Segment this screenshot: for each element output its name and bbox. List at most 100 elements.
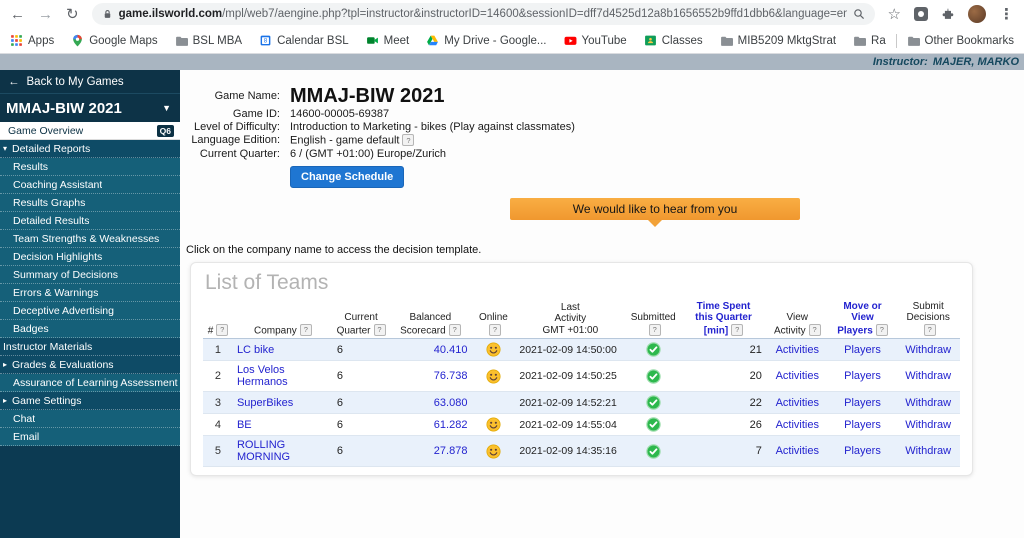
sidebar-item-badges[interactable]: Badges	[0, 320, 180, 338]
players-link[interactable]: Players	[844, 370, 881, 382]
company-link[interactable]: ROLLING MORNING	[237, 439, 290, 463]
withdraw-link[interactable]: Withdraw	[905, 370, 951, 382]
teams-table: #?Company?CurrentQuarter?Balanced Scorec…	[203, 299, 960, 468]
bookmark-meet[interactable]: Meet	[366, 34, 410, 47]
sidebar-item-chat[interactable]: Chat	[0, 410, 180, 428]
company-link[interactable]: BE	[237, 419, 252, 431]
sidebar-item-coaching-assistant[interactable]: Coaching Assistant	[0, 176, 180, 194]
players-link[interactable]: Players	[844, 419, 881, 431]
folder-icon	[175, 34, 188, 47]
help-icon[interactable]: ?	[489, 324, 501, 336]
meet-camera-icon	[366, 34, 379, 47]
sidebar-item-game-settings[interactable]: ▸Game Settings	[0, 392, 180, 410]
scorecard-link[interactable]: 61.282	[434, 419, 468, 431]
help-icon[interactable]: ?	[649, 324, 661, 336]
withdraw-link[interactable]: Withdraw	[905, 445, 951, 457]
activities-link[interactable]: Activities	[776, 419, 819, 431]
bookmark-mib5209-mktgstrat[interactable]: MIB5209 MktgStrat	[720, 34, 836, 47]
chevron-right-icon: ▸	[3, 360, 12, 369]
menu-dots-icon[interactable]: ⋮	[999, 7, 1014, 22]
bookmark-google-maps[interactable]: Google Maps	[71, 34, 157, 47]
sidebar-item-label: Game Overview	[8, 125, 83, 137]
sidebar-item-label: Game Settings	[12, 395, 81, 407]
bookmark-apps[interactable]: Apps	[10, 34, 54, 47]
help-icon[interactable]: ?	[449, 324, 461, 336]
sidebar-item-deceptive-advertising[interactable]: Deceptive Advertising	[0, 302, 180, 320]
withdraw-link[interactable]: Withdraw	[905, 397, 951, 409]
change-schedule-button[interactable]: Change Schedule	[290, 166, 404, 188]
sidebar-item-label: Results	[13, 161, 48, 173]
help-icon[interactable]: ?	[876, 324, 888, 336]
sidebar-item-detailed-results[interactable]: Detailed Results	[0, 212, 180, 230]
sidebar-item-team-strengths-weaknesses[interactable]: Team Strengths & Weaknesses	[0, 230, 180, 248]
instructor-label: Instructor:	[873, 56, 928, 68]
sidebar-item-summary-of-decisions[interactable]: Summary of Decisions	[0, 266, 180, 284]
company-link[interactable]: Los Velos Hermanos	[237, 364, 288, 388]
drive-icon	[426, 34, 439, 47]
sidebar-item-decision-highlights[interactable]: Decision Highlights	[0, 248, 180, 266]
sidebar-item-game-overview[interactable]: Game OverviewQ6	[0, 122, 180, 140]
players-link[interactable]: Players	[844, 344, 881, 356]
help-icon[interactable]: ?	[374, 324, 386, 336]
company-link[interactable]: LC bike	[237, 344, 274, 356]
activities-link[interactable]: Activities	[776, 445, 819, 457]
column-header-last-activity-gmt-01-00: LastActivityGMT +01:00	[515, 299, 625, 339]
column-header-move-or-view-players[interactable]: Move or ViewPlayers?	[829, 299, 897, 339]
current-quarter-cell: 6	[333, 436, 389, 467]
help-icon[interactable]: ?	[216, 324, 228, 336]
help-icon[interactable]: ?	[402, 134, 414, 146]
scorecard-link[interactable]: 27.878	[434, 445, 468, 457]
bookmark-calendar-bsl[interactable]: 8Calendar BSL	[259, 34, 349, 47]
sidebar-item-grades-evaluations[interactable]: ▸Grades & Evaluations	[0, 356, 180, 374]
company-cell: SuperBikes	[233, 392, 333, 414]
help-icon[interactable]: ?	[809, 324, 821, 336]
help-icon[interactable]: ?	[731, 324, 743, 336]
bookmark-label: BSL MBA	[193, 35, 242, 47]
activities-link[interactable]: Activities	[776, 370, 819, 382]
sidebar-item-email[interactable]: Email	[0, 428, 180, 446]
sidebar-item-assurance-of-learning-assessment[interactable]: Assurance of Learning Assessment	[0, 374, 180, 392]
reload-icon[interactable]: ↻	[66, 7, 79, 22]
bookmark-star-icon[interactable]: ☆	[888, 7, 901, 22]
help-icon[interactable]: ?	[300, 324, 312, 336]
address-bar[interactable]: game.ilsworld.com/mpl/web7/aengine.php?t…	[92, 3, 875, 25]
column-header-view-activity: ViewActivity?	[766, 299, 829, 339]
bookmark-youtube[interactable]: YouTube	[564, 34, 627, 47]
activities-link[interactable]: Activities	[776, 344, 819, 356]
players-link[interactable]: Players	[844, 445, 881, 457]
activities-link[interactable]: Activities	[776, 397, 819, 409]
withdraw-link[interactable]: Withdraw	[905, 419, 951, 431]
sidebar-item-detailed-reports[interactable]: ▾Detailed Reports	[0, 140, 180, 158]
extensions-puzzle-icon[interactable]	[941, 7, 955, 21]
sidebar-item-errors-warnings[interactable]: Errors & Warnings	[0, 284, 180, 302]
back-to-my-games[interactable]: ← Back to My Games	[0, 70, 180, 94]
sidebar-item-results-graphs[interactable]: Results Graphs	[0, 194, 180, 212]
forward-icon[interactable]: →	[38, 7, 53, 22]
scorecard-link[interactable]: 63.080	[434, 397, 468, 409]
view-activity-cell: Activities	[766, 361, 829, 392]
bookmark-razno[interactable]: Razno	[853, 34, 885, 47]
players-link[interactable]: Players	[844, 397, 881, 409]
zoom-search-icon[interactable]	[853, 8, 865, 20]
app-page: ← Back to My Games MMAJ-BIW 2021 ▼ Game …	[0, 70, 1024, 538]
other-bookmarks[interactable]: Other Bookmarks	[907, 34, 1014, 47]
bookmark-classes[interactable]: Classes	[644, 34, 703, 47]
bookmark-my-drive-google[interactable]: My Drive - Google...	[426, 34, 546, 47]
side-panel-icon[interactable]	[914, 7, 928, 21]
feedback-banner[interactable]: We would like to hear from you	[510, 198, 800, 220]
button-row: Change Schedule	[290, 166, 1024, 188]
game-selector[interactable]: MMAJ-BIW 2021 ▼	[0, 94, 180, 122]
back-icon[interactable]: ←	[10, 7, 25, 22]
sidebar-item-results[interactable]: Results	[0, 158, 180, 176]
profile-avatar[interactable]	[968, 5, 986, 23]
folder-icon	[853, 34, 866, 47]
sidebar-item-instructor-materials[interactable]: Instructor Materials	[0, 338, 180, 356]
column-header-time-spent-this-quarter-min[interactable]: Time Spentthis Quarter [min]?	[681, 299, 766, 339]
scorecard-link[interactable]: 40.410	[434, 344, 468, 356]
withdraw-link[interactable]: Withdraw	[905, 344, 951, 356]
bookmark-bsl-mba[interactable]: BSL MBA	[175, 34, 242, 47]
company-link[interactable]: SuperBikes	[237, 397, 293, 409]
help-icon[interactable]: ?	[924, 324, 936, 336]
bookmark-label: Google Maps	[89, 35, 157, 47]
scorecard-link[interactable]: 76.738	[434, 370, 468, 382]
